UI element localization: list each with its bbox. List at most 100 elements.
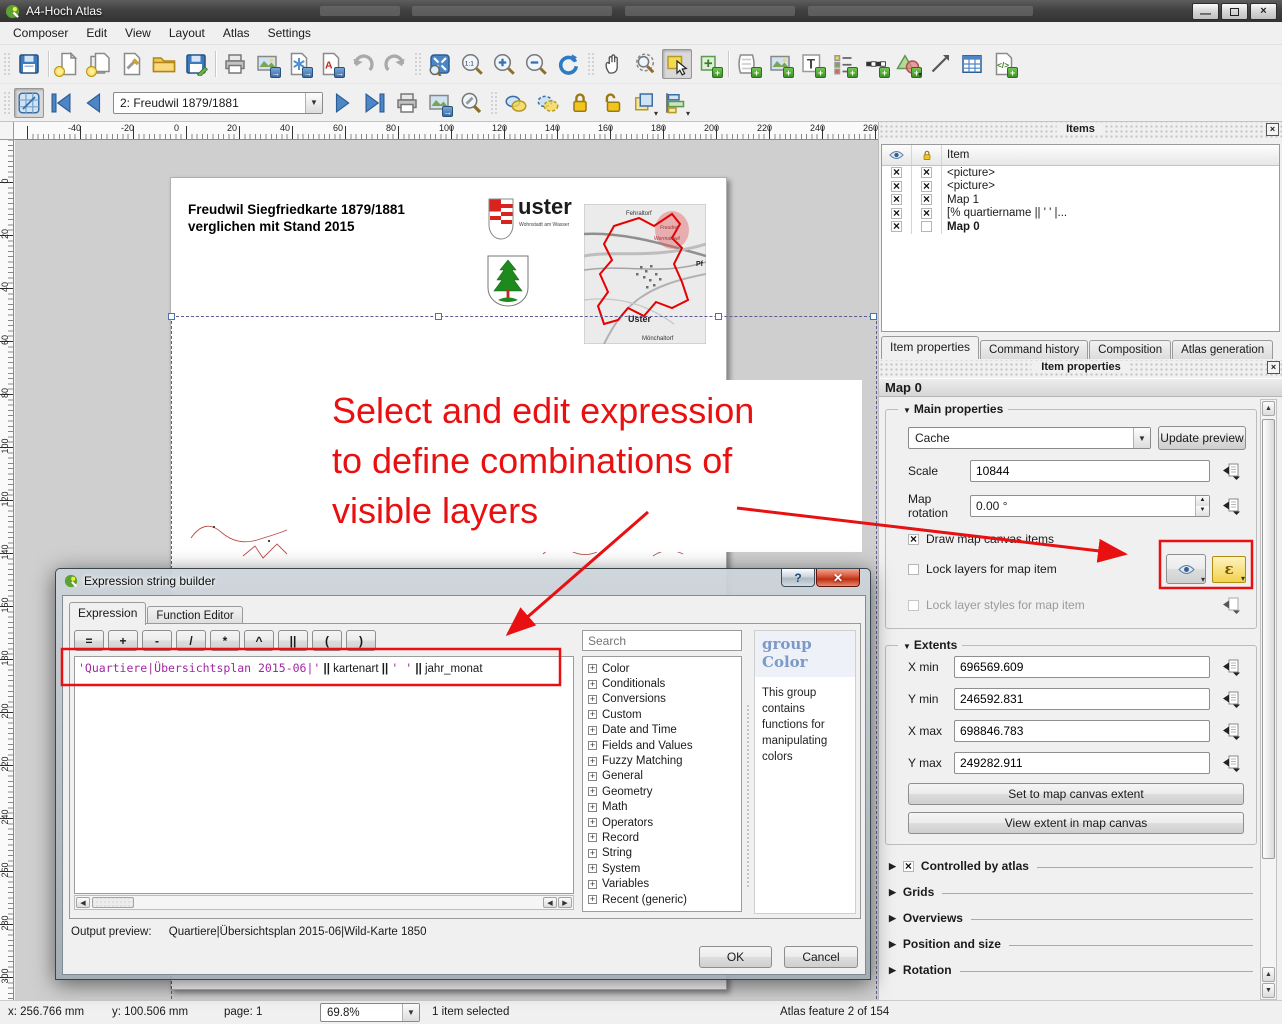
function-group-date-and-time[interactable]: +Date and Time [587,723,741,738]
splitter-handle[interactable] [746,704,750,888]
align-items-icon[interactable]: ▾ [661,88,691,118]
scroll-left-icon[interactable]: ◀ [543,897,557,908]
lock-layers-checkbox[interactable] [908,564,919,575]
ok-button[interactable]: OK [699,946,772,968]
spinner-buttons[interactable]: ▲▼ [1195,496,1209,516]
print-icon[interactable] [220,49,250,79]
function-group-string[interactable]: +String [587,846,741,861]
tab-command-history[interactable]: Command history [980,340,1088,359]
function-group-record[interactable]: +Record [587,830,741,845]
expand-plus-icon[interactable]: + [588,664,597,673]
add-legend-icon[interactable]: + [829,49,859,79]
cancel-button[interactable]: Cancel [784,946,858,968]
visibility-checkbox[interactable]: × [891,167,902,178]
function-group-variables[interactable]: +Variables [587,876,741,891]
ungroup-items-icon[interactable] [533,88,563,118]
preview-atlas-icon[interactable] [14,88,44,118]
operator-button[interactable]: ) [346,630,376,651]
operator-button[interactable]: * [210,630,240,651]
add-shape-icon[interactable]: +▾ [893,49,923,79]
add-attribute-table-icon[interactable] [957,49,987,79]
operator-button[interactable]: ( [312,630,342,651]
menu-item[interactable]: Composer [4,23,77,43]
lock-checkbox[interactable]: × [921,167,932,178]
extent-data-defined-button[interactable] [1216,688,1246,710]
section-rotation[interactable]: ▶Rotation [887,957,1253,983]
duplicate-composition-icon[interactable] [85,49,115,79]
items-table-row[interactable]: ××<picture> [882,180,1279,194]
selection-handle[interactable] [435,313,442,320]
lock-layers-expression-button[interactable]: ε▾ [1212,556,1246,583]
combo-dropdown-icon[interactable]: ▼ [305,93,322,113]
expand-plus-icon[interactable]: + [588,787,597,796]
expand-plus-icon[interactable]: + [588,803,597,812]
lock-checkbox[interactable]: × [921,208,932,219]
undo-icon[interactable] [348,49,378,79]
section-grids[interactable]: ▶Grids [887,879,1253,905]
zoom-select-icon[interactable] [630,49,660,79]
add-image-icon[interactable]: + [765,49,795,79]
section-overviews[interactable]: ▶Overviews [887,905,1253,931]
items-table-row[interactable]: ××<picture> [882,166,1279,180]
open-folder-icon[interactable] [149,49,179,79]
scroll-right-icon[interactable]: ▶ [558,897,572,908]
lock-checkbox[interactable] [921,221,932,232]
rotation-spinbox[interactable]: 0.00 ° ▲▼ [970,495,1210,517]
lock-styles-checkbox[interactable] [908,600,919,611]
zoom-level-combo[interactable]: 69.8% ▼ [320,1003,420,1022]
tab-item-properties[interactable]: Item properties [881,336,979,359]
expression-editor[interactable]: 'Quartiere|Übersichtsplan 2015-06|' || k… [74,656,574,894]
operator-button[interactable]: || [278,630,308,651]
function-group-math[interactable]: +Math [587,800,741,815]
group-items-icon[interactable] [501,88,531,118]
items-table-row[interactable]: ××[% quartiername || ' ' |... [882,207,1279,221]
unlock-items-icon[interactable] [597,88,627,118]
export-image-icon[interactable]: → [252,49,282,79]
properties-scrollbar[interactable]: ▲ ▲ ▼ [1260,399,1277,1000]
save-project-icon[interactable] [14,49,44,79]
extent-data-defined-button[interactable] [1216,656,1246,678]
section-position-and-size[interactable]: ▶Position and size [887,931,1253,957]
export-atlas-icon[interactable]: → [424,88,454,118]
add-scalebar-icon[interactable]: + [861,49,891,79]
lock-checkbox[interactable]: × [921,181,932,192]
update-preview-button[interactable]: Update preview [1158,426,1246,450]
selection-handle[interactable] [715,313,722,320]
expand-plus-icon[interactable]: + [588,710,597,719]
selection-handle[interactable] [870,313,877,320]
add-map-icon[interactable]: + [733,49,763,79]
menu-item[interactable]: Edit [77,23,116,43]
function-group-geometry[interactable]: +Geometry [587,784,741,799]
menu-item[interactable]: View [116,23,160,43]
minimize-button[interactable]: — [1192,3,1219,20]
redo-icon[interactable] [380,49,410,79]
cache-combo[interactable]: Cache ▼ [908,427,1151,449]
raise-items-icon[interactable]: ▾ [629,88,659,118]
zoom-in-icon[interactable] [489,49,519,79]
expand-plus-icon[interactable]: + [588,741,597,750]
lock-items-icon[interactable] [565,88,595,118]
scroll-up-icon[interactable]: ▲ [1262,401,1275,416]
scroll-down-icon[interactable]: ▼ [1262,983,1275,998]
expand-plus-icon[interactable]: + [588,880,597,889]
function-group-operators[interactable]: +Operators [587,815,741,830]
scroll-left-icon[interactable]: ◀ [76,897,90,908]
move-content-icon[interactable]: + [694,49,724,79]
visibility-checkbox[interactable]: × [891,194,902,205]
dialog-help-button[interactable]: ? [781,569,815,587]
operator-button[interactable]: / [176,630,206,651]
section-controlled-by-atlas[interactable]: ▶×Controlled by atlas [887,853,1253,879]
tab-atlas-generation[interactable]: Atlas generation [1172,340,1273,359]
atlas-feature-combo[interactable]: 2: Freudwil 1879/1881 ▼ [113,92,323,114]
atlas-settings-icon[interactable] [456,88,486,118]
scroll-up-icon[interactable]: ▲ [1262,967,1275,982]
extent-input[interactable] [954,720,1210,742]
function-group-conditionals[interactable]: +Conditionals [587,676,741,691]
print-atlas-icon[interactable] [392,88,422,118]
lock-checkbox[interactable]: × [921,194,932,205]
extent-data-defined-button[interactable] [1216,720,1246,742]
function-group-fields-and-values[interactable]: +Fields and Values [587,738,741,753]
selection-handle[interactable] [168,313,175,320]
expand-plus-icon[interactable]: + [588,680,597,689]
select-move-item-icon[interactable] [662,49,692,79]
